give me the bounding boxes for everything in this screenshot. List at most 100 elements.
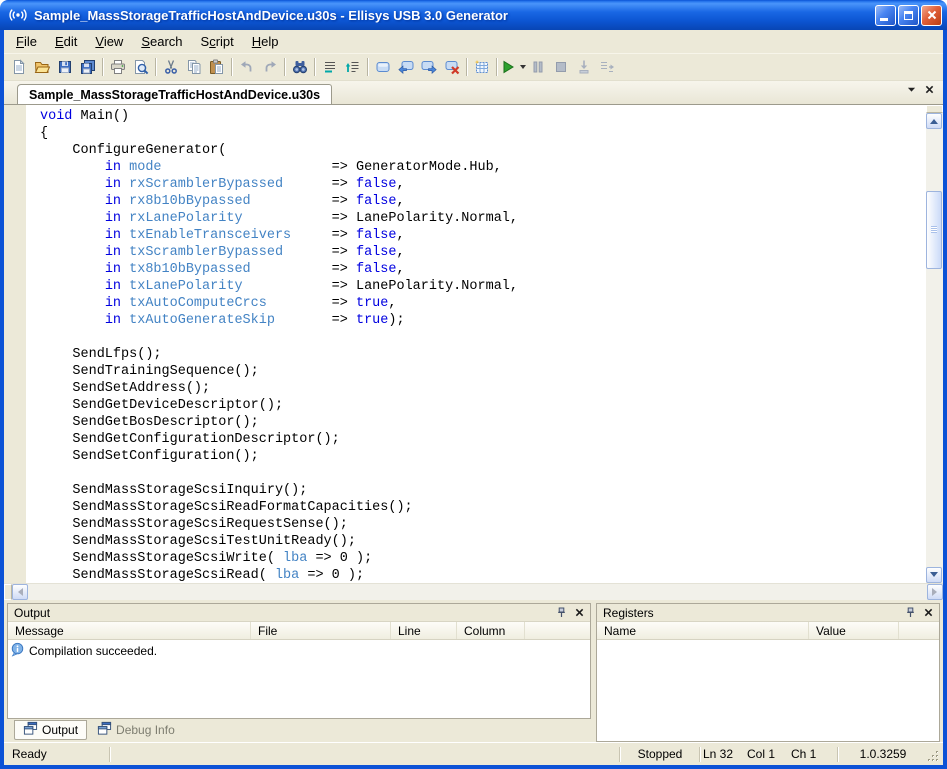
save-button[interactable] xyxy=(53,56,76,78)
output-row[interactable]: Compilation succeeded. xyxy=(8,640,590,662)
minimize-button[interactable] xyxy=(875,5,896,26)
scroll-down-button[interactable] xyxy=(926,567,942,583)
resize-grip[interactable] xyxy=(927,750,940,763)
undo-icon xyxy=(239,59,255,75)
scroll-left-button[interactable] xyxy=(12,584,28,600)
output-panel-titlebar[interactable]: Output xyxy=(8,604,590,622)
menu-search[interactable]: Search xyxy=(132,31,191,52)
menu-view[interactable]: View xyxy=(86,31,132,52)
horizontal-scrollbar[interactable] xyxy=(4,583,943,600)
output-dock: Output MessageFileLineColumn Compilation… xyxy=(7,603,591,742)
cut-button[interactable] xyxy=(159,56,182,78)
status-ready: Ready xyxy=(12,747,107,761)
paste-button[interactable] xyxy=(205,56,228,78)
split-handle[interactable] xyxy=(926,105,943,113)
split-handle-horizontal[interactable] xyxy=(4,584,12,600)
column-header-line[interactable]: Line xyxy=(391,622,457,639)
comment-button[interactable] xyxy=(318,56,341,78)
comment-icon xyxy=(322,59,338,75)
previous-bookmark-button[interactable] xyxy=(394,56,417,78)
output-messages: Compilation succeeded. xyxy=(8,640,590,718)
column-header-name[interactable]: Name xyxy=(597,622,809,639)
column-header-column[interactable]: Column xyxy=(457,622,525,639)
code-line: SendTrainingSequence(); xyxy=(40,363,926,380)
registers-close-button[interactable] xyxy=(920,606,936,620)
code-line: in mode => GeneratorMode.Hub, xyxy=(40,159,926,176)
print-button[interactable] xyxy=(106,56,129,78)
registers-column-headers: NameValue xyxy=(597,622,939,640)
status-column: Col 1 xyxy=(747,747,791,761)
column-header-file[interactable]: File xyxy=(251,622,391,639)
find-button[interactable] xyxy=(288,56,311,78)
code-line: in txEnableTransceivers => false, xyxy=(40,227,926,244)
stop-icon xyxy=(553,59,569,75)
close-icon xyxy=(575,608,584,617)
window-stack-icon xyxy=(23,721,38,739)
code-line: ConfigureGenerator( xyxy=(40,142,926,159)
code-line: SendMassStorageScsiTestUnitReady(); xyxy=(40,533,926,550)
status-separator xyxy=(619,747,621,762)
menu-help[interactable]: Help xyxy=(243,31,288,52)
document-tab[interactable]: Sample_MassStorageTrafficHostAndDevice.u… xyxy=(17,84,332,104)
panel-tab-debug-info[interactable]: Debug Info xyxy=(89,720,183,740)
clear-bookmarks-button[interactable] xyxy=(440,56,463,78)
next-bookmark-button[interactable] xyxy=(417,56,440,78)
output-pin-button[interactable] xyxy=(553,606,569,620)
maximize-button[interactable] xyxy=(898,5,919,26)
code-line xyxy=(40,465,926,482)
code-line: in txAutoGenerateSkip => true); xyxy=(40,312,926,329)
code-line: in rxLanePolarity => LanePolarity.Normal… xyxy=(40,210,926,227)
code-line: in rx8b10bBypassed => false, xyxy=(40,193,926,210)
code-line: in rxScramblerBypassed => false, xyxy=(40,176,926,193)
info-icon xyxy=(10,642,25,660)
run-button[interactable] xyxy=(500,56,526,78)
packet-grid-button[interactable] xyxy=(470,56,493,78)
close-button[interactable] xyxy=(921,5,942,26)
copy-button[interactable] xyxy=(182,56,205,78)
panel-tab-output[interactable]: Output xyxy=(14,720,87,740)
code-line: SendGetBosDescriptor(); xyxy=(40,414,926,431)
close-document-button[interactable] xyxy=(925,81,934,99)
vertical-scroll-thumb[interactable] xyxy=(926,191,942,269)
print-preview-button[interactable] xyxy=(129,56,152,78)
undo-button xyxy=(235,56,258,78)
menu-file[interactable]: File xyxy=(7,31,46,52)
uncomment-button[interactable] xyxy=(341,56,364,78)
scroll-right-button[interactable] xyxy=(927,584,943,600)
code-area[interactable]: void Main(){ ConfigureGenerator( in mode… xyxy=(28,105,926,583)
toggle-bookmark-button[interactable] xyxy=(371,56,394,78)
vertical-scroll-track[interactable] xyxy=(926,129,943,567)
save-all-button[interactable] xyxy=(76,56,99,78)
code-line: in tx8b10bBypassed => false, xyxy=(40,261,926,278)
registers-panel-titlebar[interactable]: Registers xyxy=(597,604,939,622)
status-separator xyxy=(109,747,111,762)
column-header-value[interactable]: Value xyxy=(809,622,899,639)
redo-button xyxy=(258,56,281,78)
code-line: in txScramblerBypassed => false, xyxy=(40,244,926,261)
column-header-message[interactable]: Message xyxy=(8,622,251,639)
titlebar[interactable]: Sample_MassStorageTrafficHostAndDevice.u… xyxy=(0,0,947,30)
tab-list-dropdown-button[interactable] xyxy=(907,81,916,99)
code-line xyxy=(40,329,926,346)
toggle-bookmark-icon xyxy=(375,59,391,75)
output-close-button[interactable] xyxy=(571,606,587,620)
scroll-up-button[interactable] xyxy=(926,113,942,129)
maximize-icon xyxy=(904,11,913,20)
registers-pin-button[interactable] xyxy=(902,606,918,620)
new-button[interactable] xyxy=(7,56,30,78)
output-panel-title: Output xyxy=(14,606,551,620)
toolbar-separator xyxy=(496,58,497,76)
window-controls xyxy=(875,5,942,26)
code-line: SendLfps(); xyxy=(40,346,926,363)
packet-grid-icon xyxy=(474,59,490,75)
vertical-scrollbar[interactable] xyxy=(926,105,943,583)
code-editor[interactable]: void Main(){ ConfigureGenerator( in mode… xyxy=(4,104,943,600)
menu-script[interactable]: Script xyxy=(192,31,243,52)
code-line: SendMassStorageScsiRequestSense(); xyxy=(40,516,926,533)
menu-edit[interactable]: Edit xyxy=(46,31,86,52)
step-into-icon xyxy=(576,59,592,75)
redo-icon xyxy=(262,59,278,75)
minimize-icon xyxy=(880,18,888,21)
open-button[interactable] xyxy=(30,56,53,78)
arrow-left-icon xyxy=(14,588,23,596)
